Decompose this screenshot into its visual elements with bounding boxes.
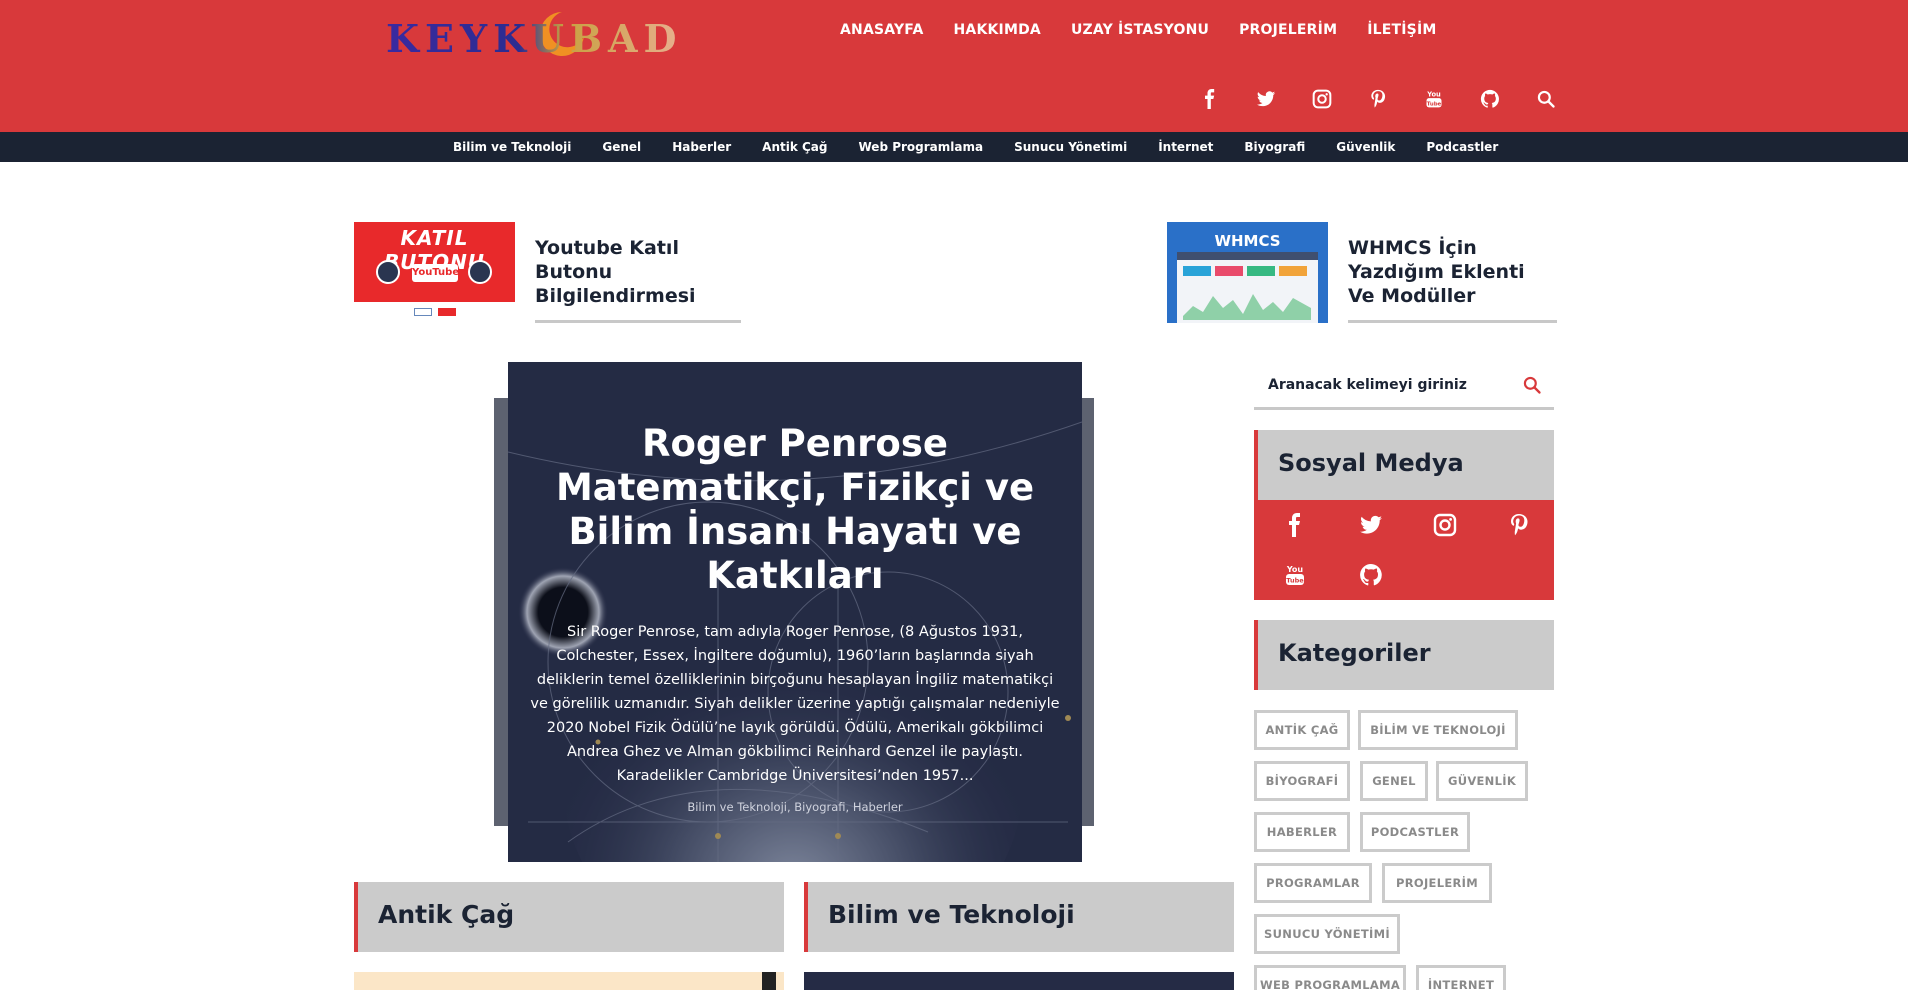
sidebar-search <box>1254 362 1554 410</box>
section-title[interactable]: Antik Çağ <box>378 900 514 929</box>
hero-categories[interactable]: Bilim ve Teknoloji, Biyografi, Haberler <box>528 800 1062 814</box>
thumbnail-screenshot <box>354 302 515 323</box>
widget-heading-categories: Kategoriler <box>1254 620 1554 690</box>
category-sunucu-yonetimi[interactable]: Sunucu Yönetimi <box>1014 140 1127 154</box>
youtube-icon[interactable]: Tube You <box>1282 562 1308 588</box>
tag-internet[interactable]: İNTERNET <box>1416 965 1506 990</box>
widget-heading-social: Sosyal Medya <box>1254 430 1554 500</box>
svg-text:You: You <box>1426 91 1441 99</box>
category-web-programlama[interactable]: Web Programlama <box>859 140 984 154</box>
svg-text:Tube: Tube <box>1427 101 1442 107</box>
tag-web-programlama[interactable]: WEB PROGRAMLAMA <box>1254 965 1406 990</box>
section-post-thumbnail[interactable] <box>354 972 784 990</box>
nav-projelerim[interactable]: PROJELERİM <box>1239 22 1337 38</box>
site-logo[interactable]: KEYKUBAD <box>384 6 794 62</box>
category-bar: Bilim ve Teknoloji Genel Haberler Antik … <box>0 132 1908 162</box>
thumbnail-heading: WHMCS <box>1214 232 1281 250</box>
youtube-icon[interactable]: Tube You <box>1424 86 1480 112</box>
instagram-icon[interactable] <box>1432 512 1458 538</box>
tag-podcastler[interactable]: PODCASTLER <box>1360 812 1470 852</box>
featured-post-title[interactable]: WHMCS İçin Yazdığım Eklenti Ve Modüller <box>1348 222 1557 323</box>
main-navigation: ANASAYFA HAKKIMDA UZAY İSTASYONU PROJELE… <box>840 22 1466 38</box>
tag-programlar[interactable]: PROGRAMLAR <box>1254 863 1372 903</box>
pinterest-icon[interactable] <box>1506 512 1532 538</box>
category-podcastler[interactable]: Podcastler <box>1426 140 1498 154</box>
featured-thumbnail[interactable]: KATIL BUTONU YouTube <box>354 222 515 323</box>
section-post-thumbnail[interactable] <box>804 972 1234 990</box>
svg-text:KEYKUBAD: KEYKUBAD <box>386 16 682 61</box>
hero-title[interactable]: Roger Penrose Matematikçi, Fizikçi ve Bi… <box>528 422 1062 598</box>
twitter-icon[interactable] <box>1256 86 1312 112</box>
tag-haberler[interactable]: HABERLER <box>1254 812 1350 852</box>
svg-text:You: You <box>1286 565 1304 574</box>
hero-text-block: Roger Penrose Matematikçi, Fizikçi ve Bi… <box>528 422 1062 814</box>
section-heading-antik-cag: Antik Çağ <box>354 882 784 952</box>
category-biyografi[interactable]: Biyografi <box>1244 140 1305 154</box>
hero-excerpt: Sir Roger Penrose, tam adıyla Roger Penr… <box>530 624 1060 784</box>
category-antik-cag[interactable]: Antik Çağ <box>762 140 827 154</box>
widget-title: Sosyal Medya <box>1278 449 1464 477</box>
tag-sunucu-yonetimi[interactable]: SUNUCU YÖNETİMİ <box>1254 914 1400 954</box>
hero-post[interactable]: Roger Penrose Matematikçi, Fizikçi ve Bi… <box>508 362 1082 862</box>
featured-post-title[interactable]: Youtube Katıl Butonu Bilgilendirmesi <box>535 222 741 323</box>
thumbnail-screenshot <box>1177 252 1318 323</box>
category-haberler[interactable]: Haberler <box>672 140 731 154</box>
featured-thumbnail[interactable]: WHMCS <box>1167 222 1328 323</box>
tag-bilim-ve-teknoloji[interactable]: BİLİM VE TEKNOLOJİ <box>1358 710 1518 750</box>
sidebar-social-links: Tube You <box>1254 500 1554 600</box>
category-guvenlik[interactable]: Güvenlik <box>1336 140 1395 154</box>
category-internet[interactable]: İnternet <box>1158 140 1213 154</box>
github-icon[interactable] <box>1358 562 1384 588</box>
svg-text:Tube: Tube <box>1286 577 1304 585</box>
featured-post[interactable]: WHMCS WHMCS İçin Yazdığım Eklenti Ve Mod… <box>1167 222 1557 323</box>
logo-image: KEYKUBAD <box>386 12 682 61</box>
thumbnail-avatar <box>376 260 400 284</box>
youtube-logo: YouTube <box>412 264 459 282</box>
search-input[interactable] <box>1268 372 1508 398</box>
tag-antik-cag[interactable]: ANTİK ÇAĞ <box>1254 710 1350 750</box>
tag-projelerim[interactable]: PROJELERİM <box>1382 863 1492 903</box>
github-icon[interactable] <box>1480 86 1536 112</box>
nav-anasayfa[interactable]: ANASAYFA <box>840 22 924 38</box>
header-social-links: Tube You <box>1200 86 1592 112</box>
thumbnail-avatar <box>468 260 492 284</box>
section-title[interactable]: Bilim ve Teknoloji <box>828 900 1075 929</box>
widget-title: Kategoriler <box>1278 639 1431 667</box>
category-bilim-ve-teknoloji[interactable]: Bilim ve Teknoloji <box>453 140 571 154</box>
nav-uzay-istasyonu[interactable]: UZAY İSTASYONU <box>1071 22 1209 38</box>
pinterest-icon[interactable] <box>1368 86 1424 112</box>
tag-guvenlik[interactable]: GÜVENLİK <box>1436 761 1528 801</box>
featured-post[interactable]: KATIL BUTONU YouTube Youtube Katıl Buton… <box>354 222 741 323</box>
site-header: KEYKUBAD ANASAYFA HAKKIMDA UZAY İSTASYON… <box>0 0 1908 132</box>
facebook-icon[interactable] <box>1282 512 1308 538</box>
twitter-icon[interactable] <box>1358 512 1384 538</box>
tag-genel[interactable]: GENEL <box>1360 761 1428 801</box>
tag-biyografi[interactable]: BİYOGRAFİ <box>1254 761 1350 801</box>
search-icon[interactable] <box>1522 375 1542 395</box>
search-icon[interactable] <box>1536 86 1592 112</box>
category-genel[interactable]: Genel <box>602 140 641 154</box>
facebook-icon[interactable] <box>1200 86 1256 112</box>
instagram-icon[interactable] <box>1312 86 1368 112</box>
section-heading-bilim-ve-teknoloji: Bilim ve Teknoloji <box>804 882 1234 952</box>
nav-hakkimda[interactable]: HAKKIMDA <box>954 22 1041 38</box>
nav-iletisim[interactable]: İLETİŞİM <box>1367 22 1436 38</box>
